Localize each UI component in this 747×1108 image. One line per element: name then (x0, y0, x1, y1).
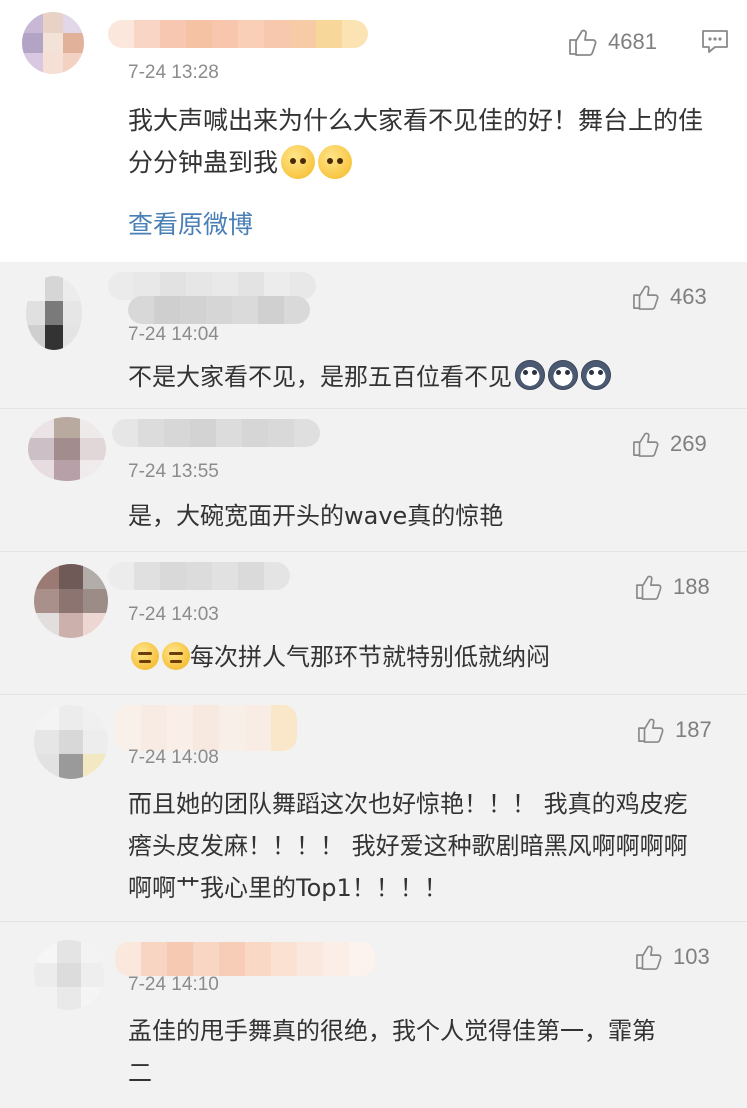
husky-face-icon (515, 360, 545, 390)
like-button[interactable]: 187 (637, 717, 712, 743)
smirk-face-icon (162, 642, 190, 670)
like-count: 4681 (608, 29, 657, 54)
thumbs-up-icon (638, 718, 664, 743)
reply-item: 7-24 14:04 463 不是大家看不见，是那五百位看不见 (0, 262, 747, 409)
comment-time: 7-24 14:04 (128, 324, 219, 345)
comment-text: 而且她的团队舞蹈这次也好惊艳！！！ 我真的鸡皮疙瘩头皮发麻！！！！ 我好爱这种歌… (128, 783, 703, 909)
avatar[interactable] (22, 12, 84, 74)
username-blurred[interactable] (108, 20, 368, 48)
comment-text: 不是大家看不见，是那五百位看不见 (128, 356, 703, 398)
comment-body: 不是大家看不见，是那五百位看不见 (128, 363, 512, 391)
like-count: 187 (675, 717, 712, 742)
comment-text: 是，大碗宽面开头的wave真的惊艳 (128, 495, 703, 537)
comment-time: 7-24 14:03 (128, 604, 219, 625)
like-count: 103 (673, 944, 710, 969)
username-blurred[interactable] (115, 942, 375, 976)
reply-item: 7-24 14:08 187 而且她的团队舞蹈这次也好惊艳！！！ 我真的鸡皮疙瘩… (0, 695, 747, 922)
comment-bubble-icon[interactable] (701, 28, 729, 58)
username-blurred[interactable] (108, 562, 290, 590)
comment-body: 而且她的团队舞蹈这次也好惊艳！！！ 我真的鸡皮疙瘩头皮发麻！！！！ 我好爱这种歌… (128, 790, 688, 902)
main-comment: 7-24 13:28 4681 我大声喊出来为什么大家看不见佳的好！舞台上的佳分… (0, 0, 747, 262)
username-blurred-line2 (128, 296, 310, 324)
smirk-face-icon (131, 642, 159, 670)
comment-time: 7-24 13:55 (128, 461, 219, 482)
thumbs-up-icon (633, 432, 659, 457)
like-button[interactable]: 269 (632, 431, 707, 457)
like-button[interactable]: 463 (632, 284, 707, 310)
comment-body: 每次拼人气那环节就特别低就纳闷 (190, 643, 550, 671)
thumbs-up-icon (633, 285, 659, 310)
worried-face-icon (281, 145, 316, 179)
like-button[interactable]: 103 (635, 944, 710, 970)
like-button[interactable]: 4681 (568, 28, 657, 56)
like-count: 188 (673, 574, 710, 599)
comment-text: 我大声喊出来为什么大家看不见佳的好！舞台上的佳分分钟蛊到我 (128, 100, 703, 184)
avatar[interactable] (26, 276, 82, 350)
husky-face-icon (581, 360, 611, 390)
avatar[interactable] (34, 940, 104, 1010)
comment-time: 7-24 13:28 (128, 62, 219, 83)
thumbs-up-icon (636, 575, 662, 600)
husky-face-icon (548, 360, 578, 390)
username-blurred[interactable] (112, 419, 320, 447)
comment-text: 每次拼人气那环节就特别低就纳闷 (128, 636, 703, 678)
reply-item: 7-24 13:55 269 是，大碗宽面开头的wave真的惊艳 (0, 409, 747, 552)
comment-time: 7-24 14:08 (128, 747, 219, 768)
comment-body: 我大声喊出来为什么大家看不见佳的好！舞台上的佳分分钟蛊到我 (128, 106, 704, 177)
comment-time: 7-24 14:10 (128, 974, 219, 995)
thumbs-up-icon (569, 29, 597, 56)
avatar[interactable] (34, 564, 108, 638)
comment-body: 是，大碗宽面开头的wave真的惊艳 (128, 502, 504, 530)
username-blurred[interactable] (115, 705, 297, 751)
avatar[interactable] (28, 417, 106, 481)
like-count: 269 (670, 431, 707, 456)
comment-body: 孟佳的甩手舞真的很绝，我个人觉得佳第一，霏第二 (128, 1017, 656, 1087)
reply-item: 7-24 14:10 103 孟佳的甩手舞真的很绝，我个人觉得佳第一，霏第二 (0, 922, 747, 1108)
reply-item: 7-24 14:03 188 每次拼人气那环节就特别低就纳闷 (0, 552, 747, 695)
view-original-link[interactable]: 查看原微博 (128, 205, 253, 241)
like-button[interactable]: 188 (635, 574, 710, 600)
thumbs-up-icon (636, 945, 662, 970)
worried-face-icon (318, 145, 353, 179)
avatar[interactable] (34, 705, 108, 779)
like-count: 463 (670, 284, 707, 309)
comment-text: 孟佳的甩手舞真的很绝，我个人觉得佳第一，霏第二 (128, 1010, 677, 1094)
